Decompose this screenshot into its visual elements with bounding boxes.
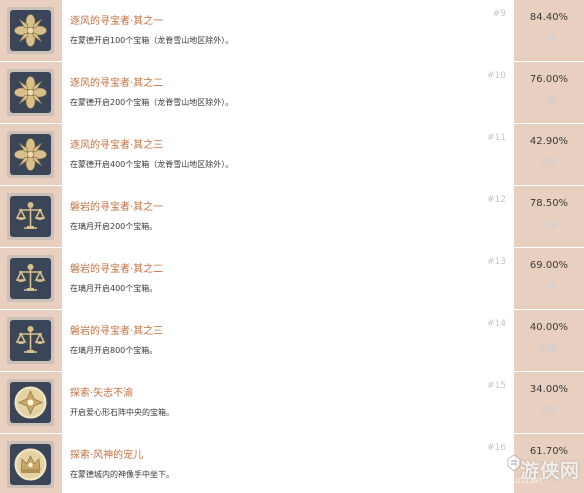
rarity-label: 较难: [541, 406, 557, 415]
icon-column: [0, 310, 62, 371]
achievement-title: 磐岩的寻宝者·其之二: [70, 264, 164, 275]
icon-frame: [7, 193, 54, 240]
icon-column: [0, 434, 62, 493]
achievement-number: #15: [487, 381, 506, 391]
completion-percent: 69.00%: [529, 260, 569, 271]
crown-emblem-icon: [10, 444, 51, 485]
achievement-content: 逐风的寻宝者·其之一 在蒙德开启100个宝箱（龙脊雪山地区除外）。 #9: [62, 0, 514, 61]
scales-icon: [10, 320, 51, 361]
windwheel-icon: [10, 10, 51, 51]
achievement-number: #9: [492, 9, 506, 19]
achievement-title: 探索·风神的宠儿: [70, 450, 144, 461]
completion-percent: 84.40%: [529, 12, 569, 23]
icon-column: [0, 186, 62, 247]
achievement-description: 在蒙德开启400个宝箱（龙脊雪山地区除外）。: [70, 160, 234, 169]
rarity-label: 一般: [541, 468, 557, 477]
rarity-label: 较难: [541, 158, 557, 167]
icon-frame: [7, 379, 54, 426]
achievement-description: 在璃月开启800个宝箱。: [70, 346, 158, 355]
achievement-row[interactable]: 逐风的寻宝者·其之一 在蒙德开启100个宝箱（龙脊雪山地区除外）。 #9 84.…: [0, 0, 584, 61]
achievement-title: 逐风的寻宝者·其之一: [70, 16, 164, 27]
achievement-title: 磐岩的寻宝者·其之三: [70, 326, 164, 337]
achievement-row[interactable]: 磐岩的寻宝者·其之三 在璃月开启800个宝箱。 #14 40.00% 较难: [0, 310, 584, 371]
rarity-label: 一般: [541, 220, 557, 229]
stats-column: 69.00% 一般: [514, 248, 584, 309]
achievement-list: 逐风的寻宝者·其之一 在蒙德开启100个宝箱（龙脊雪山地区除外）。 #9 84.…: [0, 0, 584, 493]
stats-column: 42.90% 较难: [514, 124, 584, 185]
achievement-row[interactable]: 探索·风神的宠儿 在蒙德城内的神像手中坐下。 #16 61.70% 一般: [0, 434, 584, 493]
icon-column: [0, 372, 62, 433]
achievement-row[interactable]: 磐岩的寻宝者·其之二 在璃月开启400个宝箱。 #13 69.00% 一般: [0, 248, 584, 309]
achievement-number: #10: [487, 71, 506, 81]
achievement-content: 磐岩的寻宝者·其之三 在璃月开启800个宝箱。 #14: [62, 310, 514, 371]
icon-frame: [7, 255, 54, 302]
achievement-title: 逐风的寻宝者·其之二: [70, 78, 164, 89]
achievement-content: 探索·风神的宠儿 在蒙德城内的神像手中坐下。 #16: [62, 434, 514, 493]
icon-frame: [7, 441, 54, 488]
achievement-description: 在蒙德开启200个宝箱（龙脊雪山地区除外）。: [70, 98, 234, 107]
achievement-number: #13: [487, 257, 506, 267]
achievement-number: #11: [487, 133, 506, 143]
achievement-description: 在蒙德城内的神像手中坐下。: [70, 470, 174, 479]
achievement-row[interactable]: 磐岩的寻宝者·其之一 在璃月开启200个宝箱。 #12 78.50% 一般: [0, 186, 584, 247]
stats-column: 40.00% 较难: [514, 310, 584, 371]
stats-column: 34.00% 较难: [514, 372, 584, 433]
achievement-row[interactable]: 逐风的寻宝者·其之二 在蒙德开启200个宝箱（龙脊雪山地区除外）。 #10 76…: [0, 62, 584, 123]
icon-column: [0, 62, 62, 123]
achievement-number: #14: [487, 319, 506, 329]
stats-column: 76.00% 一般: [514, 62, 584, 123]
achievement-description: 在璃月开启400个宝箱。: [70, 284, 158, 293]
stats-column: 78.50% 一般: [514, 186, 584, 247]
completion-percent: 76.00%: [529, 74, 569, 85]
achievement-content: 逐风的寻宝者·其之二 在蒙德开启200个宝箱（龙脊雪山地区除外）。 #10: [62, 62, 514, 123]
icon-frame: [7, 69, 54, 116]
achievement-title: 探索·矢志不渝: [70, 388, 134, 399]
icon-column: [0, 124, 62, 185]
achievement-number: #12: [487, 195, 506, 205]
completion-percent: 40.00%: [529, 322, 569, 333]
completion-percent: 42.90%: [529, 136, 569, 147]
icon-column: [0, 0, 62, 61]
rarity-label: 一般: [541, 282, 557, 291]
achievement-row[interactable]: 探索·矢志不渝 开启爱心形石阵中央的宝箱。 #15 34.00% 较难: [0, 372, 584, 433]
completion-percent: 78.50%: [529, 198, 569, 209]
windwheel-icon: [10, 72, 51, 113]
rarity-label: 一般: [541, 96, 557, 105]
icon-frame: [7, 7, 54, 54]
achievement-description: 在璃月开启200个宝箱。: [70, 222, 158, 231]
stats-column: 84.40% 一般: [514, 0, 584, 61]
rarity-label: 较难: [541, 344, 557, 353]
achievement-description: 开启爱心形石阵中央的宝箱。: [70, 408, 174, 417]
achievement-title: 磐岩的寻宝者·其之一: [70, 202, 164, 213]
achievement-content: 逐风的寻宝者·其之三 在蒙德开启400个宝箱（龙脊雪山地区除外）。 #11: [62, 124, 514, 185]
icon-frame: [7, 317, 54, 364]
stats-column: 61.70% 一般: [514, 434, 584, 493]
achievement-content: 探索·矢志不渝 开启爱心形石阵中央的宝箱。 #15: [62, 372, 514, 433]
achievement-content: 磐岩的寻宝者·其之一 在璃月开启200个宝箱。 #12: [62, 186, 514, 247]
scales-icon: [10, 258, 51, 299]
windwheel-icon: [10, 134, 51, 175]
completion-percent: 34.00%: [529, 384, 569, 395]
achievement-title: 逐风的寻宝者·其之三: [70, 140, 164, 151]
rarity-label: 一般: [541, 34, 557, 43]
achievement-number: #16: [487, 443, 506, 453]
achievement-description: 在蒙德开启100个宝箱（龙脊雪山地区除外）。: [70, 36, 234, 45]
star-emblem-icon: [10, 382, 51, 423]
icon-column: [0, 248, 62, 309]
scales-icon: [10, 196, 51, 237]
completion-percent: 61.70%: [529, 446, 569, 457]
achievement-content: 磐岩的寻宝者·其之二 在璃月开启400个宝箱。 #13: [62, 248, 514, 309]
achievement-row[interactable]: 逐风的寻宝者·其之三 在蒙德开启400个宝箱（龙脊雪山地区除外）。 #11 42…: [0, 124, 584, 185]
icon-frame: [7, 131, 54, 178]
